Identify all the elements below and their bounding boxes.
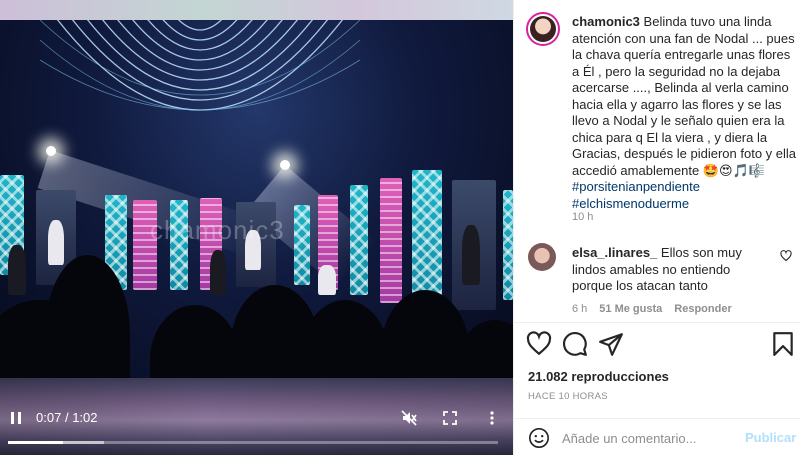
performer [8, 245, 26, 295]
comment: elsa_.linares_ Ellos son muy lindos amab… [572, 245, 772, 295]
led-screen [412, 170, 442, 305]
post-actions [526, 331, 796, 357]
divider [514, 418, 800, 419]
duration: 1:02 [72, 410, 98, 425]
time-separator: / [64, 410, 69, 425]
video-frame[interactable]: chamonic3 [0, 20, 513, 380]
performer [462, 225, 480, 285]
comment-meta: 6 h 51 Me gusta Responder [572, 303, 732, 315]
caption-text: Belinda tuvo una linda atención con una … [572, 14, 797, 178]
author-avatar[interactable] [526, 12, 560, 46]
comment-likes[interactable]: 51 Me gusta [599, 303, 662, 315]
stage-spotlight [280, 160, 290, 170]
mute-button[interactable] [397, 406, 421, 430]
post-caption: chamonic3 Belinda tuvo una linda atenció… [572, 14, 796, 212]
hashtag-link[interactable]: #porsitenianpendiente [572, 179, 796, 196]
pause-button[interactable] [4, 406, 28, 430]
volume-muted-icon [401, 410, 417, 426]
led-screen [380, 178, 402, 303]
more-vertical-icon [490, 411, 494, 425]
bookmark-icon[interactable] [770, 331, 796, 357]
view-count[interactable]: 21.082 reproducciones [528, 369, 669, 384]
emoji-icon[interactable] [528, 427, 550, 449]
led-screen [503, 190, 513, 300]
comment-icon[interactable] [562, 331, 588, 357]
performer [318, 265, 336, 295]
fullscreen-button[interactable] [438, 406, 462, 430]
commenter-username[interactable]: elsa_.linares_ [572, 245, 657, 260]
posted-time[interactable]: HACE 10 HORAS [528, 391, 608, 402]
performer [48, 220, 64, 265]
led-screen [294, 205, 310, 285]
author-avatar-image [530, 16, 556, 42]
current-time: 0:07 [36, 410, 62, 425]
comment-input[interactable] [562, 429, 742, 447]
video-progress-bar[interactable] [8, 441, 498, 444]
post-side-panel: chamonic3 Belinda tuvo una linda atenció… [513, 0, 800, 455]
video-top-blur [0, 0, 513, 22]
publish-button[interactable]: Publicar [745, 430, 796, 445]
stage-spotlight [46, 146, 56, 156]
video-watermark: chamonic3 [150, 215, 285, 245]
video-player[interactable]: chamonic3 0:07 / 1:02 [0, 0, 513, 455]
comment-time[interactable]: 6 h [572, 303, 587, 315]
progress-played [8, 441, 64, 444]
pause-icon [11, 412, 21, 424]
commenter-avatar[interactable] [528, 243, 556, 271]
divider [514, 322, 800, 323]
caption-emojis: 🤩😍🎵🎼 [702, 162, 765, 178]
more-options-button[interactable] [480, 406, 504, 430]
author-username[interactable]: chamonic3 [572, 14, 640, 29]
performer [210, 250, 226, 295]
comment-like-icon[interactable] [780, 250, 792, 262]
hashtag-link[interactable]: #elchismenoduerme [572, 196, 796, 213]
led-screen [350, 185, 368, 295]
fullscreen-icon [443, 411, 457, 425]
share-icon[interactable] [598, 331, 624, 357]
video-controls: 0:07 / 1:02 [0, 398, 513, 443]
post-time[interactable]: 10 h [572, 211, 593, 223]
reply-button[interactable]: Responder [674, 303, 731, 315]
add-comment-bar: Publicar [514, 420, 800, 455]
stage-chandelier [40, 20, 360, 111]
crowd-silhouette [300, 300, 390, 380]
crowd-silhouette [150, 305, 240, 380]
heart-icon[interactable] [526, 331, 552, 357]
video-time: 0:07 / 1:02 [36, 410, 98, 425]
